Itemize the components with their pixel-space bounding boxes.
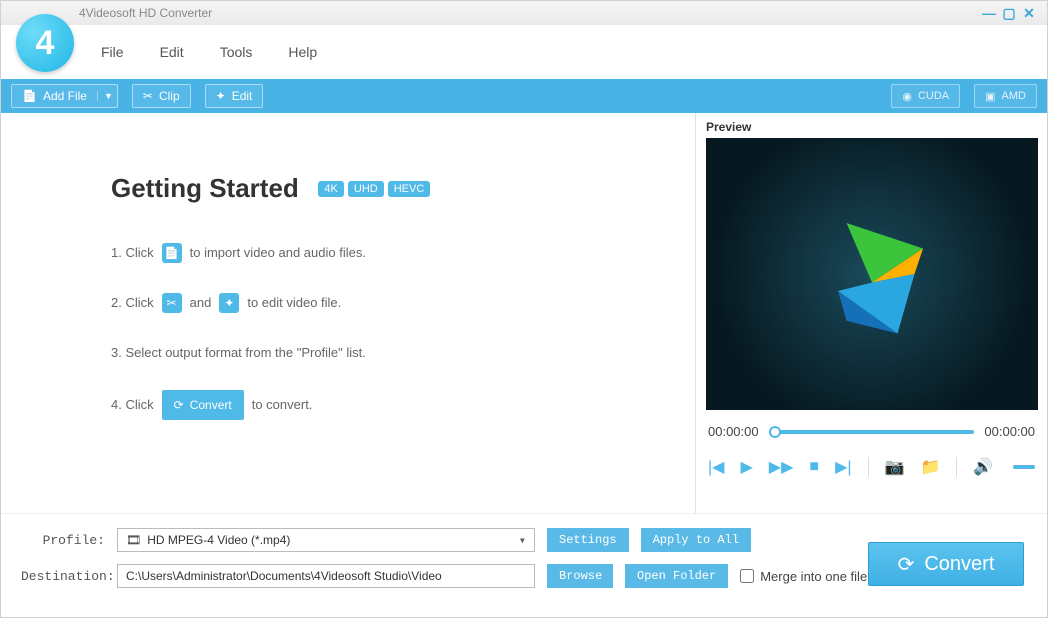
profile-combobox[interactable]: 🎞 HD MPEG-4 Video (*.mp4) — [117, 528, 535, 552]
time-slider-row: 00:00:00 00:00:00 — [708, 424, 1035, 439]
getting-started-panel: Getting Started 4K UHD HEVC 1. Click 📄 t… — [1, 113, 695, 513]
scissors-icon: ✂ — [162, 293, 182, 313]
fast-forward-button[interactable]: ▶▶ — [769, 457, 794, 477]
edit-button[interactable]: ✦ Edit — [205, 84, 264, 108]
open-folder-button[interactable]: 📁 — [920, 457, 940, 477]
preview-label: Preview — [706, 120, 1037, 134]
add-file-icon: 📄 — [162, 243, 182, 263]
refresh-icon: ⟳ — [174, 393, 184, 417]
maximize-button[interactable]: ▢ — [999, 5, 1019, 22]
volume-icon[interactable]: 🔊 — [973, 457, 993, 477]
convert-mini-button: ⟳ Convert — [162, 390, 244, 420]
seek-slider[interactable] — [769, 430, 975, 434]
merge-checkbox-input[interactable] — [740, 569, 754, 583]
menubar: File Edit Tools Help — [1, 25, 1047, 79]
step-4: 4. Click ⟳ Convert to convert. — [111, 390, 655, 420]
getting-started-heading: Getting Started — [111, 173, 299, 203]
badge-4k: 4K — [318, 181, 343, 197]
badge-uhd: UHD — [348, 181, 384, 197]
time-current: 00:00:00 — [708, 424, 759, 439]
prev-button[interactable]: |◀ — [708, 457, 724, 477]
settings-button[interactable]: Settings — [547, 528, 629, 552]
time-total: 00:00:00 — [984, 424, 1035, 439]
clip-button[interactable]: ✂ Clip — [132, 84, 191, 108]
window-title: 4Videosoft HD Converter — [79, 6, 979, 20]
nvidia-icon: ◉ — [902, 90, 912, 103]
wand-icon: ✦ — [216, 89, 226, 103]
scissors-icon: ✂ — [143, 89, 153, 103]
refresh-icon: ⟳ — [898, 552, 915, 577]
open-folder-button[interactable]: Open Folder — [625, 564, 728, 588]
convert-button[interactable]: ⟳ Convert — [868, 542, 1024, 586]
close-button[interactable]: ✕ — [1019, 5, 1039, 22]
preview-panel: Preview 00:00:00 00:00:00 |◀ ▶ ▶▶ ■ ▶| 📷… — [695, 113, 1047, 513]
next-button[interactable]: ▶| — [835, 457, 851, 477]
destination-label: Destination: — [21, 569, 105, 584]
profile-label: Profile: — [21, 533, 105, 548]
toolbar: 📄 Add File ▼ ✂ Clip ✦ Edit ◉ CUDA ▣ AMD — [1, 79, 1047, 113]
stop-button[interactable]: ■ — [809, 458, 819, 476]
add-file-button[interactable]: 📄 Add File ▼ — [11, 84, 118, 108]
chevron-down-icon[interactable]: ▼ — [97, 91, 113, 101]
menu-file[interactable]: File — [101, 44, 124, 60]
merge-checkbox[interactable]: Merge into one file — [740, 569, 867, 584]
amd-icon: ▣ — [985, 90, 995, 103]
playback-controls: |◀ ▶ ▶▶ ■ ▶| 📷 📁 🔊 — [708, 457, 1035, 477]
minimize-button[interactable]: — — [979, 5, 999, 21]
add-file-icon: 📄 — [22, 89, 37, 103]
amd-badge[interactable]: ▣ AMD — [974, 84, 1037, 108]
cuda-badge[interactable]: ◉ CUDA — [891, 84, 960, 108]
wand-icon: ✦ — [219, 293, 239, 313]
snapshot-button[interactable]: 📷 — [885, 457, 905, 477]
apply-to-all-button[interactable]: Apply to All — [641, 528, 751, 552]
file-type-icon: 🎞 — [126, 533, 141, 547]
app-logo-icon: 4 — [16, 14, 74, 72]
badge-hevc: HEVC — [388, 181, 431, 197]
step-1: 1. Click 📄 to import video and audio fil… — [111, 240, 655, 266]
menu-edit[interactable]: Edit — [160, 44, 184, 60]
step-2: 2. Click ✂ and ✦ to edit video file. — [111, 290, 655, 316]
browse-button[interactable]: Browse — [547, 564, 613, 588]
play-button[interactable]: ▶ — [740, 457, 752, 477]
menu-help[interactable]: Help — [288, 44, 317, 60]
step-3: 3. Select output format from the "Profil… — [111, 340, 655, 366]
preview-placeholder-icon — [787, 189, 957, 359]
volume-slider[interactable] — [1013, 465, 1035, 469]
preview-area — [706, 138, 1038, 410]
menu-tools[interactable]: Tools — [220, 44, 253, 60]
destination-input[interactable]: C:\Users\Administrator\Documents\4Videos… — [117, 564, 535, 588]
titlebar: 4Videosoft HD Converter — ▢ ✕ — [1, 1, 1047, 25]
